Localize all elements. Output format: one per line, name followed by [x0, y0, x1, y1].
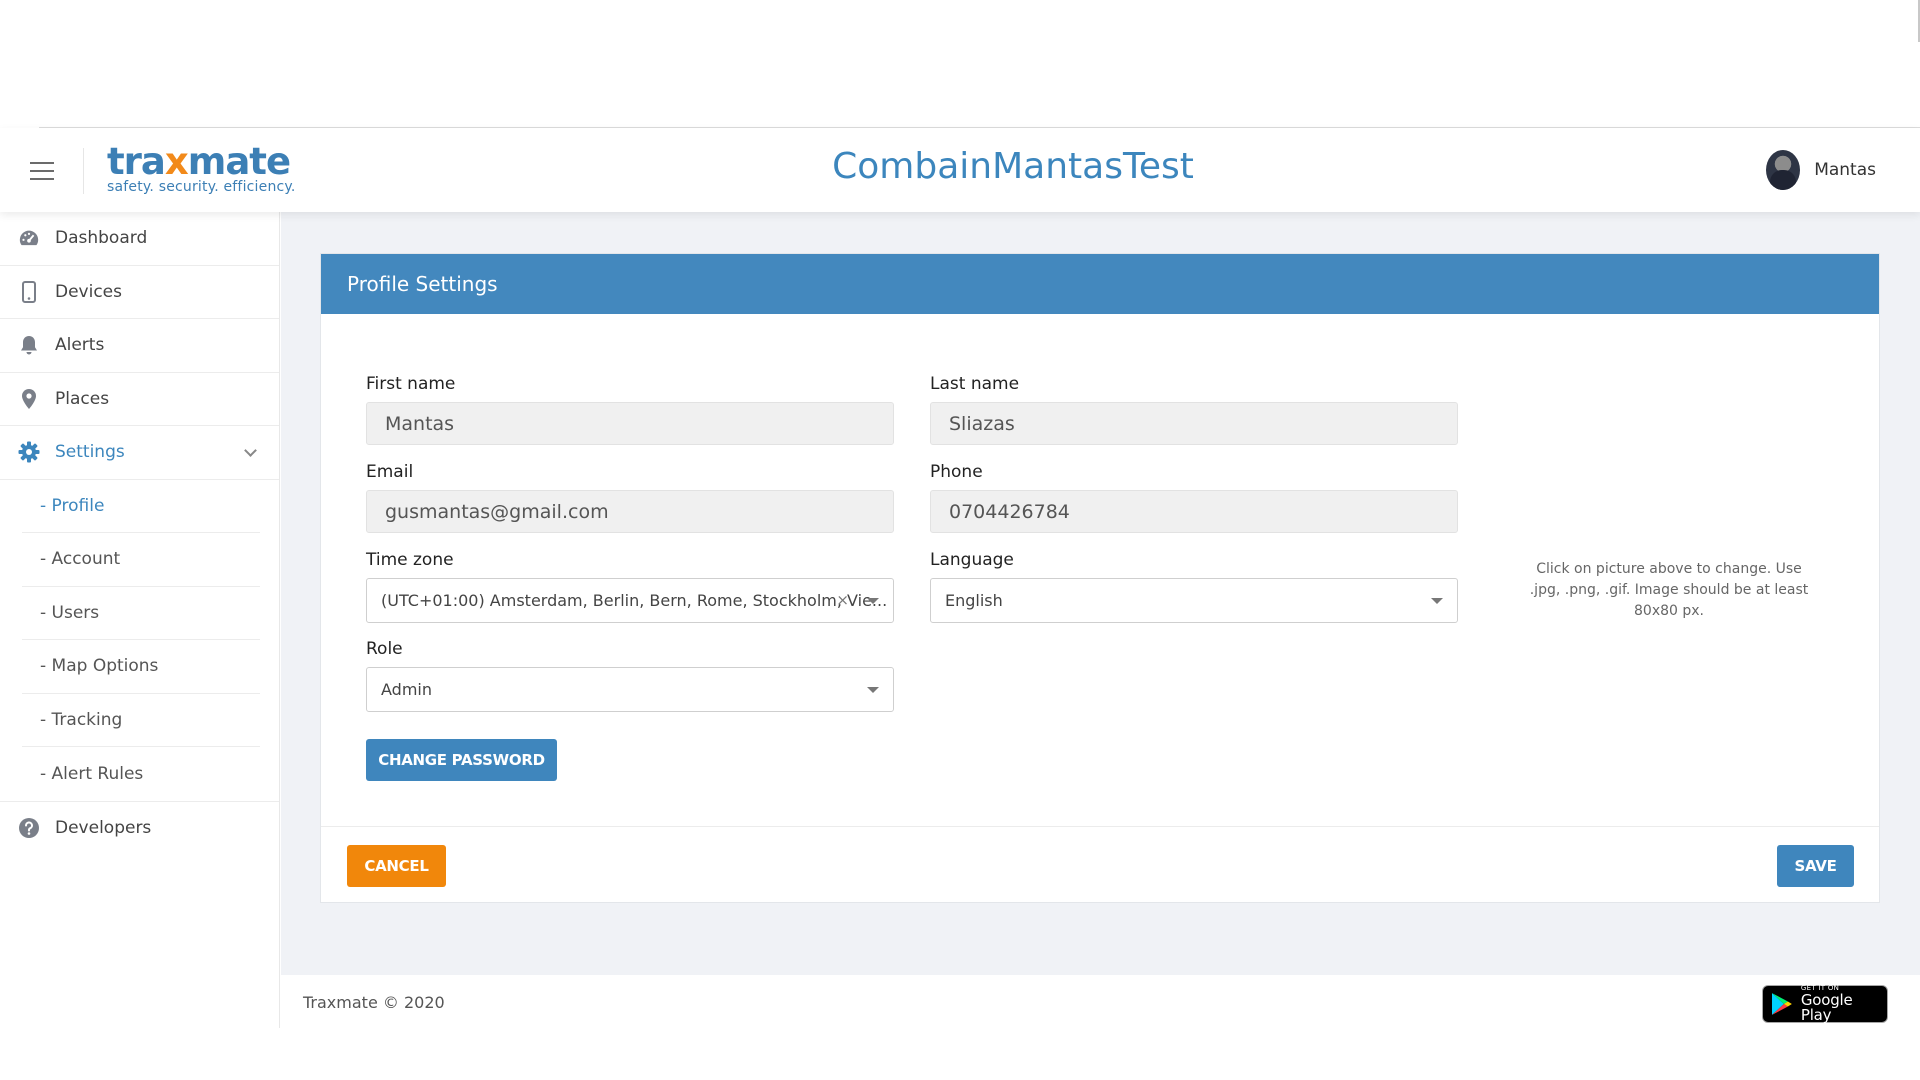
- organization-title: CombainMantasTest: [832, 146, 1194, 187]
- cancel-button[interactable]: CANCEL: [347, 845, 446, 887]
- timezone-select[interactable]: (UTC+01:00) Amsterdam, Berlin, Bern, Rom…: [366, 578, 894, 623]
- caret-down-icon[interactable]: [1431, 598, 1443, 604]
- caret-down-icon[interactable]: [867, 687, 879, 693]
- sidebar-item-alerts[interactable]: Alerts: [0, 319, 279, 373]
- language-label: Language: [930, 550, 1014, 570]
- sidebar-item-settings[interactable]: Settings: [0, 426, 279, 480]
- page-footer: Traxmate © 2020 GET IT ON Google Play: [281, 975, 1920, 1028]
- sidebar-item-label: Dashboard: [55, 228, 148, 249]
- top-blank-area: [0, 0, 1920, 128]
- google-play-text: GET IT ON Google Play: [1801, 985, 1887, 1023]
- role-value: Admin: [381, 680, 432, 699]
- sidebar-item-label: Developers: [55, 817, 152, 838]
- sidebar-subitem-account[interactable]: - Account: [22, 533, 260, 587]
- sidebar-item-label: Places: [55, 388, 110, 409]
- timezone-label: Time zone: [366, 550, 454, 570]
- user-menu[interactable]: Mantas: [1766, 150, 1876, 190]
- clear-icon[interactable]: ×: [836, 591, 849, 609]
- timezone-value: (UTC+01:00) Amsterdam, Berlin, Bern, Rom…: [381, 591, 888, 610]
- avatar[interactable]: [1766, 150, 1801, 190]
- gplay-big-text: Google Play: [1800, 991, 1853, 1024]
- sidebar-item-label: Devices: [55, 281, 122, 302]
- sidebar-subitem-users[interactable]: - Users: [22, 587, 260, 640]
- chevron-down-icon[interactable]: [244, 444, 257, 457]
- sidebar: Dashboard Devices Alerts Places Settings…: [0, 212, 280, 1080]
- bell-icon: [18, 334, 40, 356]
- main-content: Profile Settings First name Mantas Last …: [281, 212, 1920, 975]
- copyright-text: Traxmate © 2020: [303, 993, 445, 1012]
- google-play-badge[interactable]: GET IT ON Google Play: [1762, 985, 1888, 1023]
- sidebar-item-developers[interactable]: Developers: [0, 800, 279, 855]
- role-label: Role: [366, 639, 403, 659]
- sidebar-item-label: Settings: [55, 442, 125, 463]
- bottom-blank-area: [0, 1028, 1920, 1080]
- sidebar-item-label: Alerts: [55, 335, 105, 356]
- first-name-field[interactable]: Mantas: [366, 402, 894, 445]
- google-play-icon: [1771, 993, 1792, 1015]
- phone-field[interactable]: 0704426784: [930, 490, 1458, 533]
- language-value: English: [945, 591, 1003, 610]
- sidebar-subitem-alert-rules[interactable]: - Alert Rules: [22, 747, 260, 801]
- caret-down-icon[interactable]: [867, 598, 879, 604]
- sidebar-subitem-profile[interactable]: - Profile: [22, 480, 260, 533]
- sidebar-subitem-map-options[interactable]: - Map Options: [22, 640, 260, 694]
- change-password-button[interactable]: CHANGE PASSWORD: [366, 739, 557, 781]
- gear-icon: [18, 441, 40, 463]
- language-select[interactable]: English: [930, 578, 1458, 623]
- email-label: Email: [366, 462, 414, 482]
- user-name[interactable]: Mantas: [1814, 160, 1876, 180]
- sidebar-item-devices[interactable]: Devices: [0, 266, 279, 319]
- mobile-device-icon: [18, 280, 40, 303]
- last-name-field[interactable]: Sliazas: [930, 402, 1458, 445]
- picture-hint: Click on picture above to change. Use .j…: [1529, 561, 1809, 619]
- settings-submenu: - Profile - Account - Users - Map Option…: [0, 480, 279, 801]
- map-pin-icon: [18, 388, 40, 410]
- app-header: traxmate safety. security. efficiency. C…: [0, 128, 1920, 212]
- first-name-label: First name: [366, 374, 456, 394]
- sidebar-subitem-tracking[interactable]: - Tracking: [22, 694, 260, 747]
- help-circle-icon: [18, 817, 40, 839]
- card-footer-divider: [321, 826, 1879, 827]
- email-field[interactable]: gusmantas@gmail.com: [366, 490, 894, 533]
- last-name-label: Last name: [930, 374, 1020, 394]
- card-title: Profile Settings: [321, 254, 1879, 314]
- profile-settings-card: Profile Settings First name Mantas Last …: [320, 253, 1880, 903]
- dashboard-icon: [18, 227, 40, 249]
- save-button[interactable]: SAVE: [1777, 845, 1854, 887]
- phone-label: Phone: [930, 462, 983, 482]
- sidebar-item-places[interactable]: Places: [0, 373, 279, 426]
- role-select[interactable]: Admin: [366, 667, 894, 712]
- sidebar-item-dashboard[interactable]: Dashboard: [0, 212, 279, 266]
